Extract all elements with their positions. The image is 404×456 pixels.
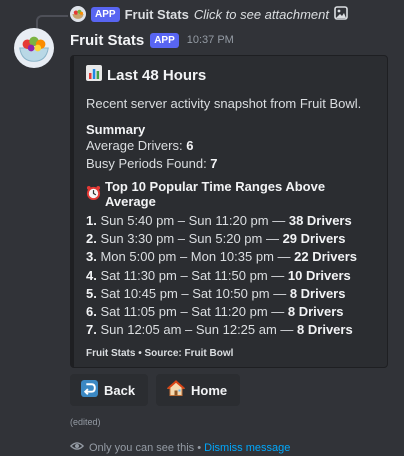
- back-button[interactable]: Back: [70, 374, 148, 406]
- house-icon: [166, 380, 186, 400]
- reply-avatar: [70, 6, 86, 22]
- embed-title-text: Last 48 Hours: [107, 66, 207, 84]
- back-label: Back: [104, 382, 136, 398]
- busy-periods-label: Busy Periods Found:: [86, 156, 211, 171]
- dismiss-message-link[interactable]: Dismiss message: [204, 442, 290, 454]
- list-item: 6. Sat 11:05 pm – Sat 11:20 pm — 8 Drive…: [86, 304, 344, 320]
- average-drivers-line: Average Drivers: 6: [86, 137, 373, 155]
- message-header: Fruit Stats APP 10:37 PM: [70, 30, 234, 50]
- average-drivers-value: 6: [186, 138, 194, 153]
- reply-connector: [36, 15, 68, 28]
- ranges-heading-text: Top 10 Popular Time Ranges Above Average: [105, 179, 326, 209]
- return-arrow-icon: [81, 380, 98, 400]
- home-button[interactable]: Home: [156, 374, 240, 406]
- reply-text[interactable]: Click to see attachment: [194, 7, 329, 22]
- bar-chart-icon: [86, 65, 102, 85]
- embed-description: Recent server activity snapshot from Fru…: [86, 96, 362, 111]
- author-name[interactable]: Fruit Stats: [70, 32, 144, 49]
- eye-icon: [69, 439, 85, 456]
- list-item: 4. Sat 11:30 pm – Sat 11:50 pm — 10 Driv…: [86, 267, 351, 283]
- list-item: 2. Sun 3:30 pm – Sun 5:20 pm — 29 Driver…: [86, 231, 346, 247]
- list-item: 3. Mon 5:00 pm – Mon 10:35 pm — 22 Drive…: [86, 249, 358, 265]
- ephemeral-text: Only you can see this •: [89, 441, 205, 454]
- reply-preview[interactable]: APP Fruit Stats Click to see attachment: [70, 5, 348, 23]
- reply-author-name[interactable]: Fruit Stats: [125, 7, 189, 22]
- average-drivers-label: Average Drivers:: [86, 138, 187, 153]
- reply-app-badge: APP: [91, 6, 120, 22]
- list-item: 5. Sat 10:45 pm – Sat 10:50 pm — 8 Drive…: [86, 285, 346, 301]
- alarm-clock-icon: [86, 185, 101, 203]
- busy-periods-value: 7: [210, 156, 218, 171]
- summary-heading: Summary: [86, 122, 146, 137]
- image-icon: [334, 5, 348, 23]
- busy-periods-line: Busy Periods Found: 7: [86, 155, 373, 173]
- edited-label: (edited): [70, 417, 101, 427]
- embed-title: Last 48 Hours: [86, 65, 373, 85]
- ephemeral-notice: Only you can see this • Dismiss message: [69, 439, 290, 456]
- bot-avatar[interactable]: [14, 28, 54, 68]
- list-item: 1. Sun 5:40 pm – Sun 11:20 pm — 38 Drive…: [86, 213, 352, 228]
- button-row: Back Home: [70, 374, 240, 406]
- embed-footer: Fruit Stats • Source: Fruit Bowl: [86, 348, 234, 360]
- ranges-list: 1. Sun 5:40 pm – Sun 11:20 pm — 38 Drive…: [86, 212, 373, 339]
- message-timestamp[interactable]: 10:37 PM: [187, 34, 234, 46]
- home-label: Home: [191, 382, 228, 398]
- ranges-heading: Top 10 Popular Time Ranges Above Average: [86, 179, 373, 209]
- embed-card: Last 48 Hours Recent server activity sna…: [70, 55, 388, 368]
- app-badge: APP: [150, 32, 179, 48]
- list-item: 7. Sun 12:05 am – Sun 12:25 am — 8 Drive…: [86, 322, 353, 338]
